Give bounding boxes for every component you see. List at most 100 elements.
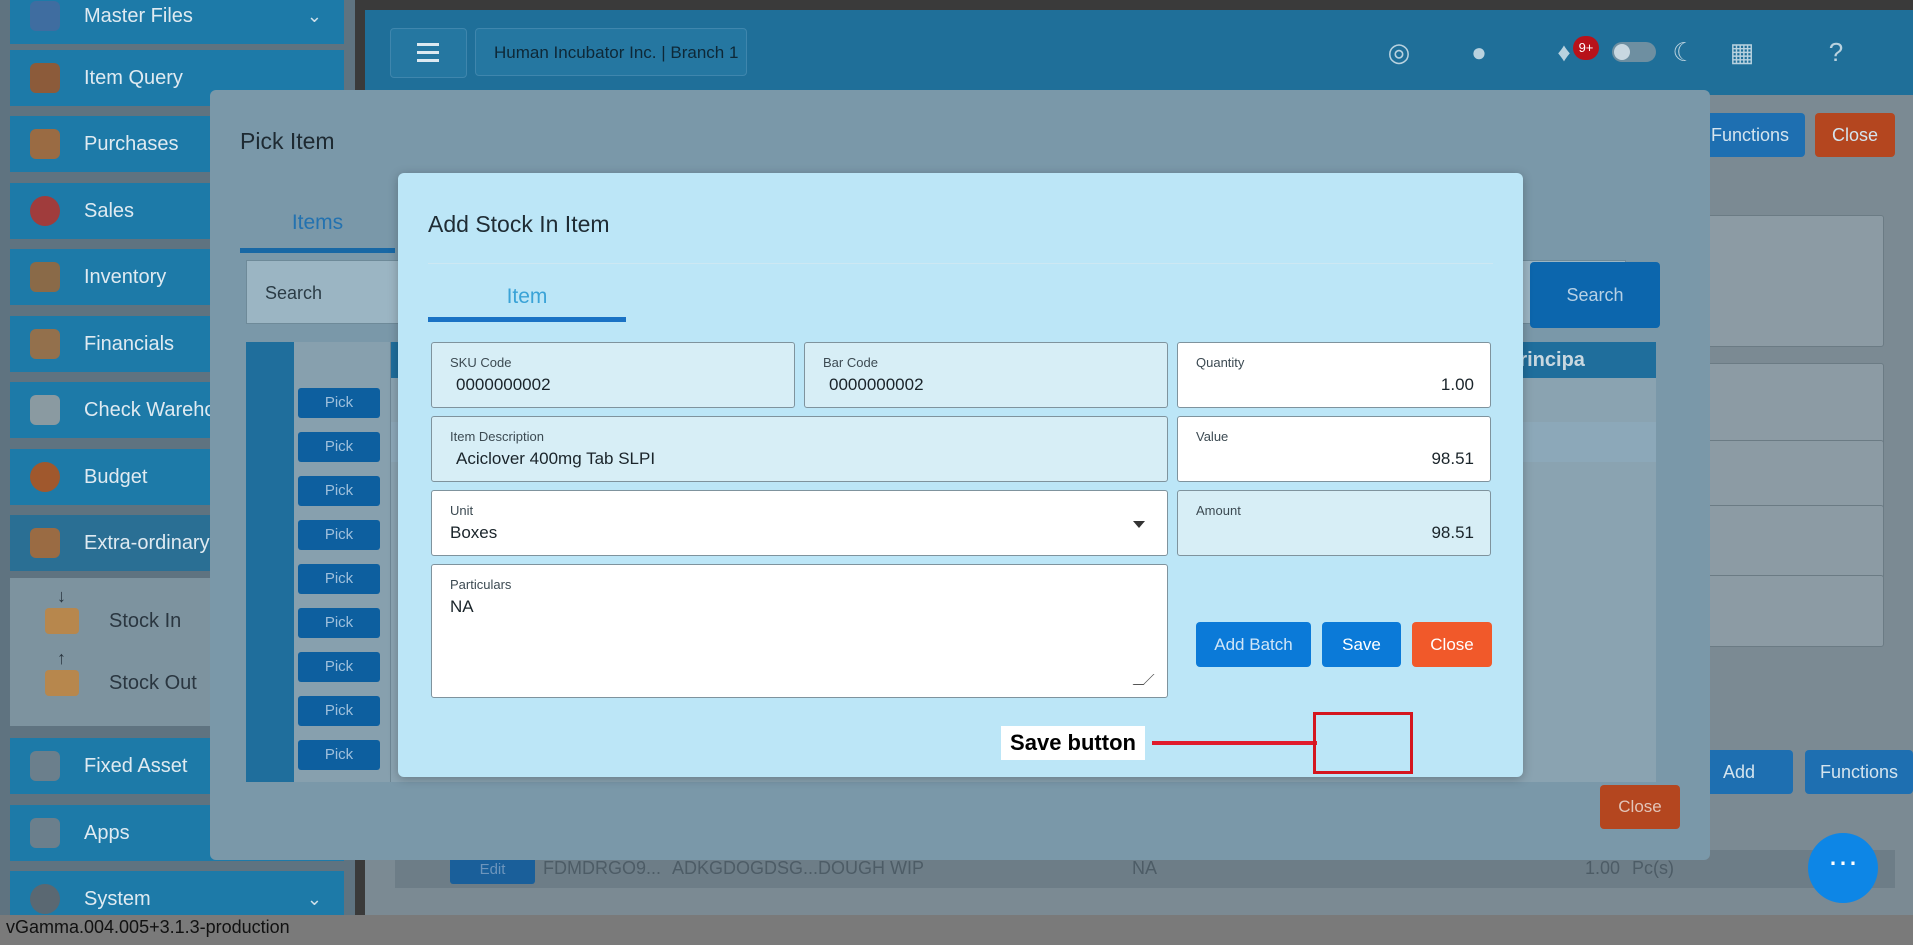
functions-button[interactable]: Functions	[1695, 113, 1805, 157]
value-field[interactable]: Value 98.51	[1177, 416, 1491, 482]
sidebar-item-label: System	[84, 887, 151, 910]
calendar-icon[interactable]: ▦	[1728, 38, 1756, 66]
resize-handle-icon[interactable]	[1132, 674, 1155, 685]
theme-toggle[interactable]	[1612, 42, 1656, 62]
field-label: Item Description	[450, 429, 544, 444]
pick-button[interactable]: Pick	[298, 740, 380, 770]
field-label: SKU Code	[450, 355, 512, 370]
sidebar-item-label: Budget	[84, 465, 148, 488]
asset-icon	[30, 751, 60, 781]
pick-button[interactable]: Pick	[298, 520, 380, 550]
field-value: Aciclover 400mg Tab SLPI	[456, 449, 656, 468]
document-icon	[30, 528, 60, 558]
tab-items[interactable]: Items	[240, 198, 395, 253]
submenu-item-stock-out[interactable]: ↑ Stock Out	[45, 648, 197, 696]
cell-desc: DOUGH WIP	[818, 858, 924, 878]
field-value: 98.51	[1431, 523, 1474, 542]
folder-icon	[30, 1, 60, 31]
pick-button[interactable]: Pick	[298, 652, 380, 682]
chevron-down-icon: ⌄	[306, 888, 322, 909]
annotation-highlight-box	[1313, 712, 1413, 774]
quantity-field[interactable]: Quantity 1.00	[1177, 342, 1491, 408]
add-stock-in-item-modal: Add Stock In Item Item SKU Code 00000000…	[398, 173, 1523, 777]
submenu-item-stock-in[interactable]: ↓ Stock In	[45, 586, 182, 634]
box-down-icon: ↓	[45, 586, 79, 634]
sidebar-item-label: Sales	[84, 199, 135, 222]
sidebar-item-label: Check Warehou	[84, 398, 227, 421]
tab-item[interactable]: Item	[428, 273, 626, 321]
annotation-arrow	[1152, 741, 1317, 745]
close-button[interactable]: Close	[1815, 113, 1895, 157]
submenu-item-label: Stock Out	[109, 671, 197, 694]
sale-tag-icon	[30, 196, 60, 226]
version-text: vGamma.004.005+3.1.3-production	[6, 917, 290, 937]
field-value: 98.51	[1431, 449, 1474, 468]
edit-button[interactable]: Edit	[450, 856, 535, 884]
sidebar-item-master-files[interactable]: Master Files ⌄	[10, 0, 344, 44]
unit-select[interactable]: Unit Boxes	[431, 490, 1168, 556]
field-value: Boxes	[450, 523, 498, 542]
pick-button[interactable]: Pick	[298, 696, 380, 726]
pick-button[interactable]: Pick	[298, 608, 380, 638]
bar-code-field[interactable]: Bar Code 0000000002	[804, 342, 1168, 408]
field-label: Amount	[1196, 503, 1241, 518]
moon-icon: ☾	[1672, 37, 1696, 67]
functions-button-2[interactable]: Functions	[1805, 750, 1913, 794]
tab-indicator	[428, 317, 626, 322]
user-icon[interactable]: ●	[1465, 38, 1493, 66]
chat-fab-button[interactable]: ⋯	[1808, 833, 1878, 903]
help-icon[interactable]: ?	[1822, 38, 1850, 66]
sidebar-item-label: Financials	[84, 332, 175, 355]
particulars-textarea[interactable]: Particulars NA	[431, 564, 1168, 698]
sidebar-item-label: Fixed Asset	[84, 754, 188, 777]
field-value: 1.00	[1440, 375, 1474, 394]
annotation-label: Save button	[1001, 726, 1145, 760]
cell-na: NA	[1132, 858, 1158, 878]
pie-icon	[30, 462, 60, 492]
field-label: Particulars	[450, 577, 512, 592]
pick-button[interactable]: Pick	[298, 476, 380, 506]
search-button[interactable]: Search	[1530, 262, 1660, 328]
field-label: Quantity	[1196, 355, 1245, 370]
notes-area[interactable]	[1700, 215, 1884, 347]
pick-button[interactable]: Pick	[298, 388, 380, 418]
sidebar-item-label: Item Query	[84, 66, 183, 89]
submenu-item-label: Stock In	[109, 609, 182, 632]
cell-code: FDMDRGO9...	[543, 858, 662, 878]
apps-icon	[30, 818, 60, 848]
pick-button[interactable]: Pick	[298, 432, 380, 462]
field-label: Value	[1196, 429, 1229, 444]
ledger-icon	[30, 329, 60, 359]
notification-badge: 9+	[1573, 36, 1599, 60]
sidebar-item-label: Extra-ordinary A	[84, 531, 228, 554]
field-value: NA	[450, 597, 474, 616]
branch-selector[interactable]: Human Incubator Inc. | Branch 1	[475, 28, 747, 76]
receipt-icon	[30, 129, 60, 159]
field-label: Bar Code	[823, 355, 878, 370]
cell-sku: ADKGDOGDSG...	[672, 858, 819, 878]
column-header-principal: Principa	[1506, 349, 1585, 371]
save-button[interactable]: Save	[1322, 622, 1401, 667]
divider	[428, 263, 1493, 264]
field-card[interactable]	[1700, 505, 1884, 579]
close-button[interactable]: Close	[1412, 622, 1492, 667]
field-value: 0000000002	[829, 375, 924, 394]
add-batch-button[interactable]: Add Batch	[1196, 622, 1311, 667]
modal-title: Add Stock In Item	[428, 211, 610, 237]
pick-button[interactable]: Pick	[298, 564, 380, 594]
item-description-field[interactable]: Item Description Aciclover 400mg Tab SLP…	[431, 416, 1168, 482]
sidebar-item-label: Inventory	[84, 265, 167, 288]
amount-field[interactable]: Amount 98.51	[1177, 490, 1491, 556]
dropdown-caret-icon	[1133, 521, 1145, 528]
globe-icon[interactable]: ◎	[1385, 38, 1413, 66]
field-card[interactable]	[1700, 575, 1884, 647]
close-button[interactable]: Close	[1600, 785, 1680, 829]
sidebar-item-label: Master Files	[84, 4, 193, 27]
basket-icon	[30, 63, 60, 93]
chevron-down-icon: ⌄	[306, 5, 322, 26]
sku-code-field[interactable]: SKU Code 0000000002	[431, 342, 795, 408]
warehouse-icon	[30, 395, 60, 425]
sidebar-item-label: Apps	[84, 821, 130, 844]
hamburger-menu-button[interactable]	[390, 28, 467, 78]
cell-qty: 1.00	[1585, 858, 1621, 878]
